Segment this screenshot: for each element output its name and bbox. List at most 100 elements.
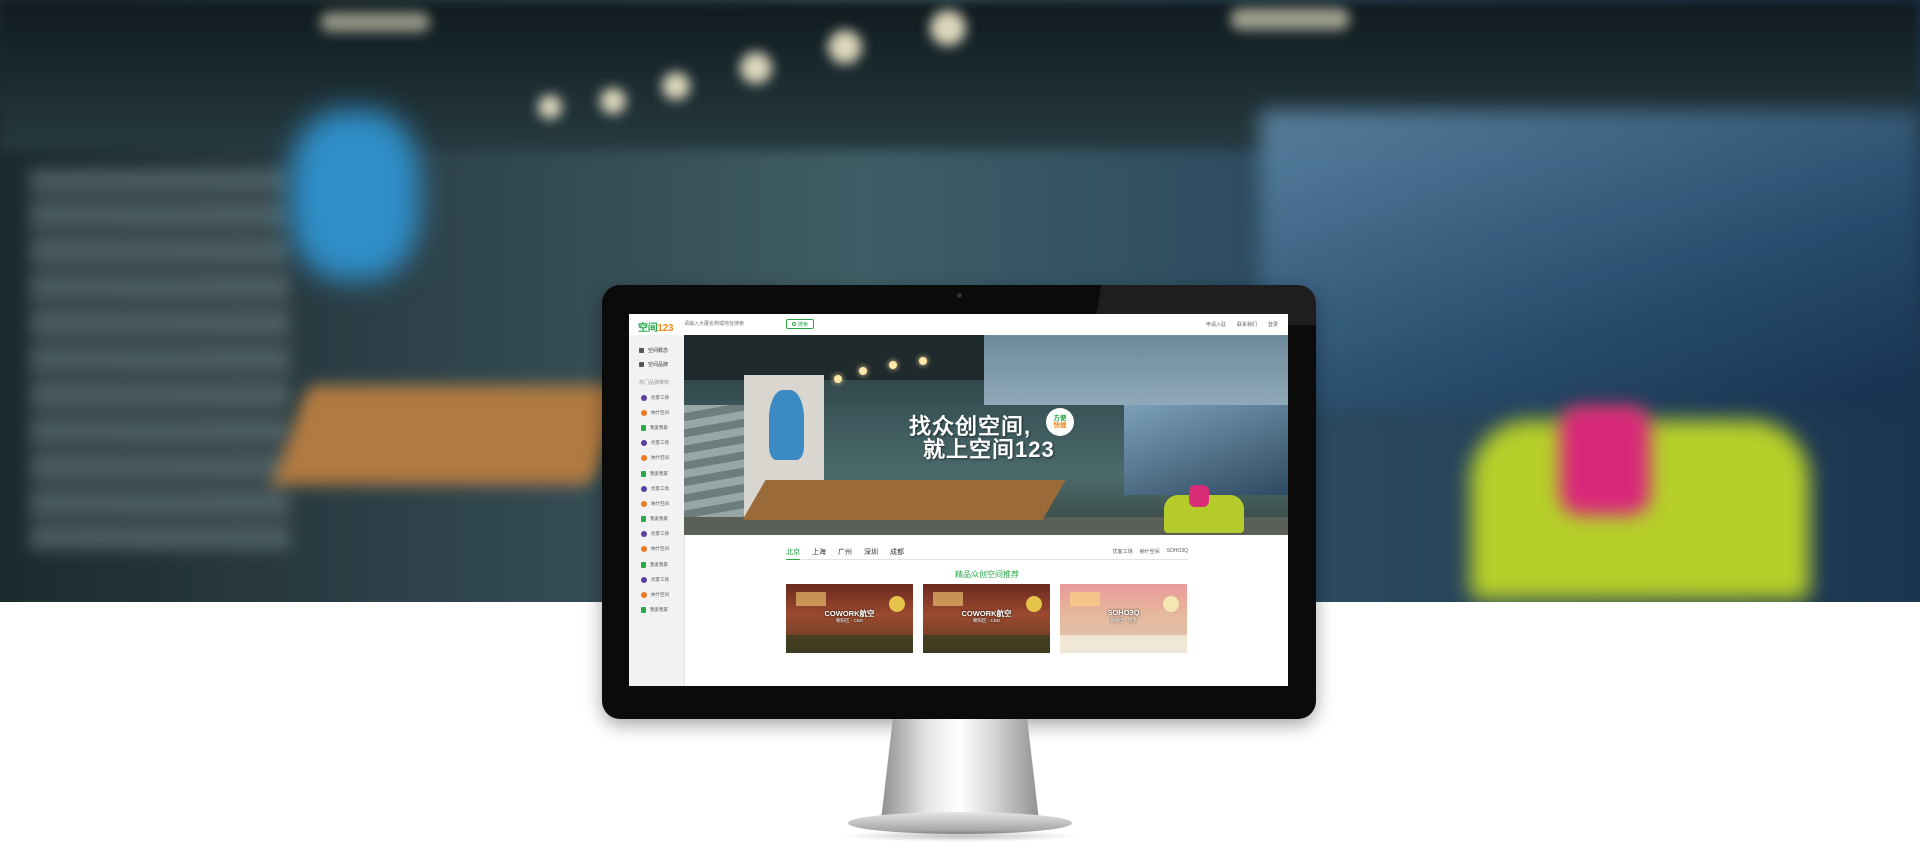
brand-g-icon <box>641 607 646 614</box>
sidebar-item-brand[interactable]: 空间品牌 <box>629 357 684 371</box>
sidebar: 空间概念 空间品牌 热门品牌推荐 优客工场 纳什空间 我爱我家 优客工场 纳什空… <box>629 335 685 686</box>
brand-label: 优客工场 <box>651 531 669 537</box>
tab-beijing[interactable]: 北京 <box>786 547 800 560</box>
brand-item[interactable]: 纳什空间 <box>641 405 684 420</box>
brand-label: 我爱我家 <box>650 516 668 522</box>
card-photo-detail <box>796 592 826 606</box>
brand-item[interactable]: 我爱我家 <box>641 466 684 481</box>
city-tabs: 北京 上海 广州 深圳 成都 <box>786 547 904 560</box>
badge-top: 方便 <box>1053 414 1067 422</box>
ceiling-light <box>600 88 626 114</box>
tab-shenzhen[interactable]: 深圳 <box>864 547 878 560</box>
city-link[interactable]: SOHO3Q <box>1167 548 1188 555</box>
brand-item[interactable]: 优客工场 <box>641 481 684 496</box>
logo-text: 空间 <box>638 323 658 334</box>
tab-shanghai[interactable]: 上海 <box>812 547 826 560</box>
sidebar-menu: 空间概念 空间品牌 <box>629 335 684 371</box>
space-cards: COWORK航空 朝阳区 · CBD COWORK航空 朝阳区 · CBD SO… <box>786 584 1188 653</box>
section-title: 精品众创空间推荐 <box>955 570 1019 579</box>
sidebar-caption: 热门品牌推荐 <box>639 380 670 386</box>
card-location: 朝阳区 · CBD <box>836 618 863 623</box>
brand-g-icon <box>641 424 646 431</box>
brand-label: 优客工场 <box>651 394 669 400</box>
brand-label: 优客工场 <box>651 440 669 446</box>
banner-glass-room <box>1124 405 1288 495</box>
pencil-icon <box>639 347 644 353</box>
space-card[interactable]: COWORK航空 朝阳区 · CBD <box>923 584 1050 653</box>
card-photo-detail <box>1060 635 1187 653</box>
card-name: SOHO3Q <box>1107 608 1140 617</box>
search-input[interactable] <box>684 319 784 329</box>
card-photo-detail <box>1070 592 1100 606</box>
sidebar-item-label: 空间概念 <box>648 347 669 354</box>
banner-table <box>742 480 1066 520</box>
stand-shadow <box>840 830 1080 842</box>
brand-label: 我爱我家 <box>650 561 668 567</box>
brand-item[interactable]: 我爱我家 <box>641 603 684 618</box>
card-photo-detail <box>923 635 1050 653</box>
banner-cushion <box>1189 485 1209 507</box>
pink-cushion <box>1560 405 1650 515</box>
brand-g-icon <box>641 470 646 477</box>
brand-item[interactable]: 优客工场 <box>641 436 684 451</box>
brand-item[interactable]: 我爱我家 <box>641 420 684 435</box>
brand-item[interactable]: 纳什空间 <box>641 587 684 602</box>
space-card[interactable]: COWORK航空 朝阳区 · CBD <box>786 584 913 653</box>
card-location: 朝阳区 · CBD <box>973 618 1000 623</box>
brand-item[interactable]: 优客工场 <box>641 572 684 587</box>
brand-v-icon <box>641 394 647 401</box>
brand-item[interactable]: 我爱我家 <box>641 557 684 572</box>
brand-label: 纳什空间 <box>651 455 669 461</box>
hero-banner[interactable]: 找众创空间, 就上空间123 方便 快捷 <box>684 335 1288 535</box>
card-photo-detail <box>933 592 963 606</box>
brand-item[interactable]: 优客工场 <box>641 527 684 542</box>
brand-n-icon <box>641 500 647 507</box>
tab-chengdu[interactable]: 成都 <box>890 547 904 560</box>
wooden-table <box>271 385 629 485</box>
brand-v-icon <box>641 531 647 538</box>
banner-mural <box>769 390 804 460</box>
site-header: 空间123 搜索 申请入驻 联系我们 登录 <box>629 314 1288 336</box>
brand-v-icon <box>641 576 647 583</box>
banner-skylight <box>984 335 1288 405</box>
sidebar-item-label: 空间品牌 <box>648 361 669 368</box>
banner-badge: 方便 快捷 <box>1046 408 1074 436</box>
brand-g-icon <box>641 561 646 568</box>
website-screen: 空间123 搜索 申请入驻 联系我们 登录 空间概念 空间品牌 热门品牌推荐 优… <box>629 314 1288 686</box>
search-button[interactable]: 搜索 <box>786 319 814 329</box>
glass-wall <box>1260 110 1920 410</box>
city-link[interactable]: 优客工场 <box>1113 548 1133 555</box>
brand-label: 纳什空间 <box>651 546 669 552</box>
top-links: 申请入驻 联系我们 登录 <box>1206 321 1278 328</box>
banner-slogan: 找众创空间, 就上空间123 <box>909 415 1055 461</box>
brand-v-icon <box>641 440 647 447</box>
brand-label: 优客工场 <box>651 576 669 582</box>
brand-label: 纳什空间 <box>651 592 669 598</box>
brand-label: 我爱我家 <box>650 470 668 476</box>
brand-item[interactable]: 纳什空间 <box>641 451 684 466</box>
sidebar-item-concept[interactable]: 空间概念 <box>629 343 684 357</box>
top-link-apply[interactable]: 申请入驻 <box>1206 321 1226 328</box>
top-link-login[interactable]: 登录 <box>1268 321 1278 328</box>
tab-guangzhou[interactable]: 广州 <box>838 547 852 560</box>
brand-label: 优客工场 <box>651 485 669 491</box>
ceiling-light <box>538 95 562 119</box>
city-bar: 北京 上海 广州 深圳 成都 优客工场 纳什空间 SOHO3Q <box>786 545 1188 560</box>
search-button-label: 搜索 <box>797 321 808 328</box>
brand-n-icon <box>641 592 647 599</box>
brand-item[interactable]: 优客工场 <box>641 390 684 405</box>
brand-item[interactable]: 我爱我家 <box>641 512 684 527</box>
brand-label: 纳什空间 <box>651 500 669 506</box>
city-link[interactable]: 纳什空间 <box>1140 548 1160 555</box>
logo-number: 123 <box>657 323 674 334</box>
brand-label: 纳什空间 <box>651 409 669 415</box>
ceiling-light <box>740 52 772 84</box>
brand-item[interactable]: 纳什空间 <box>641 542 684 557</box>
space-card[interactable]: SOHO3Q 朝阳区 · 望京 <box>1060 584 1187 653</box>
brand-item[interactable]: 纳什空间 <box>641 496 684 511</box>
ceiling-light <box>930 10 966 46</box>
site-logo[interactable]: 空间123 <box>638 319 673 334</box>
top-link-contact[interactable]: 联系我们 <box>1237 321 1257 328</box>
stairs <box>30 170 290 550</box>
brand-n-icon <box>641 455 647 462</box>
